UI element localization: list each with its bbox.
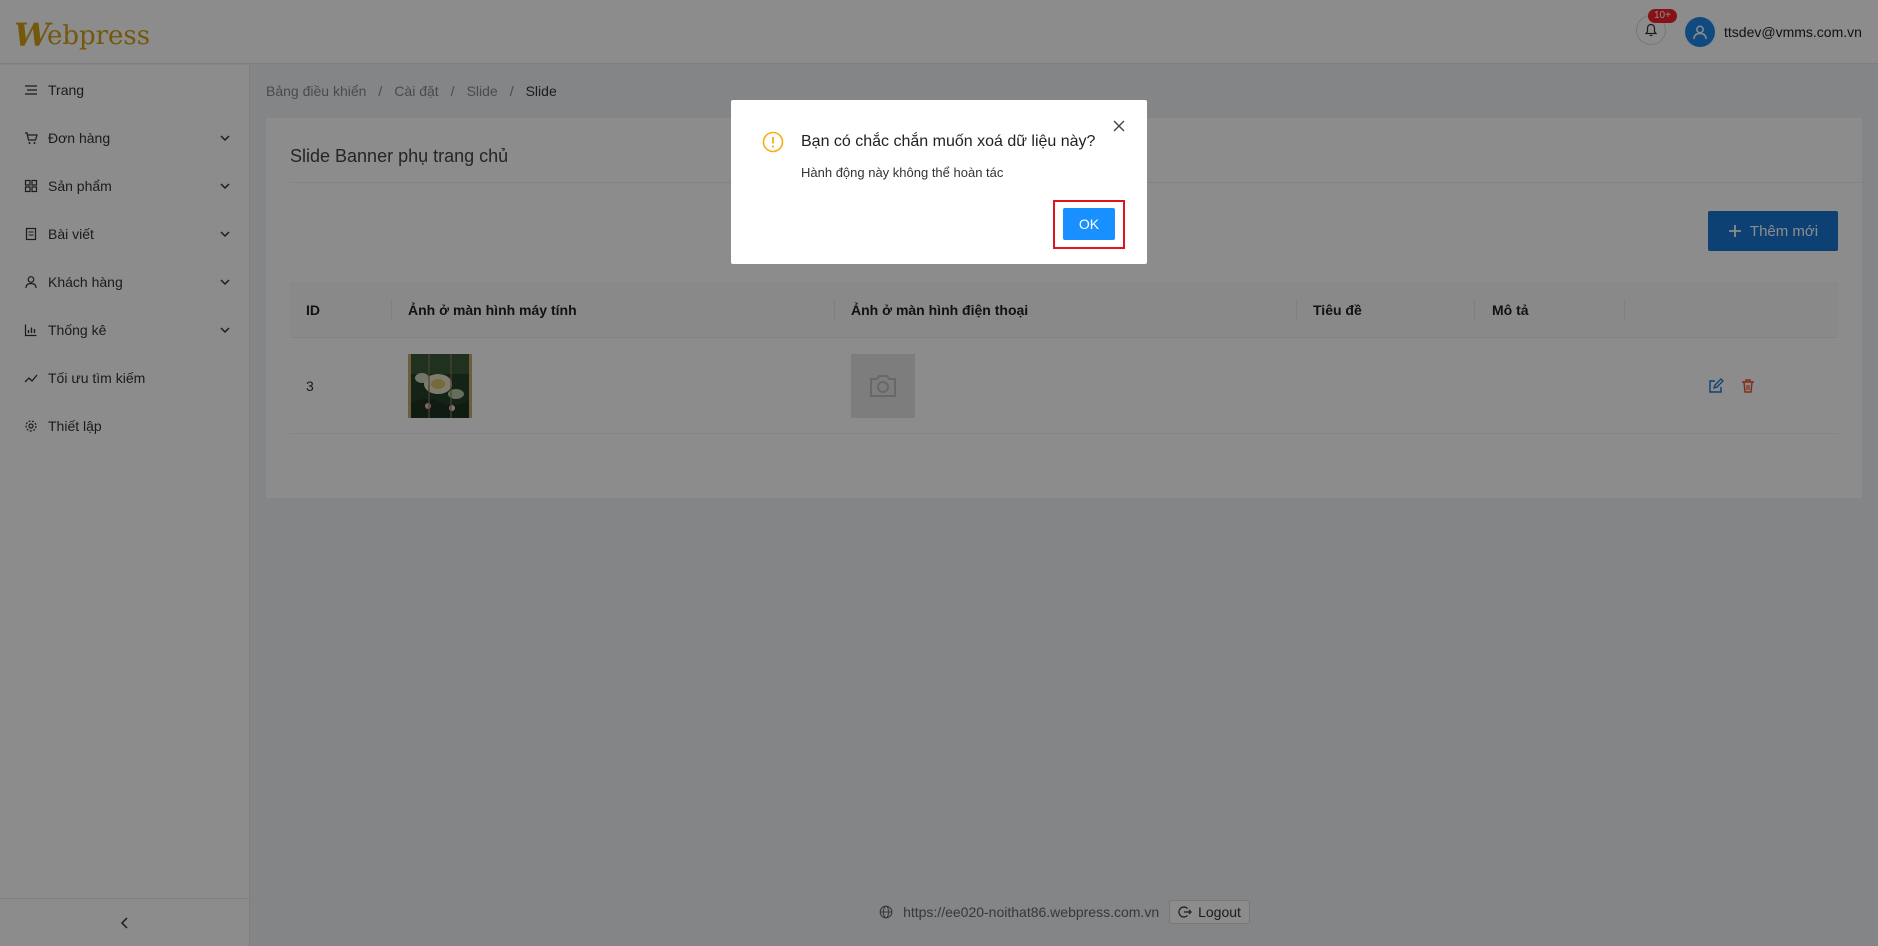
close-button[interactable] — [1111, 118, 1127, 134]
ok-button[interactable]: OK — [1063, 208, 1115, 240]
confirm-delete-dialog: Bạn có chắc chắn muốn xoá dữ liệu này? H… — [731, 100, 1147, 264]
dialog-title: Bạn có chắc chắn muốn xoá dữ liệu này? — [801, 133, 1096, 150]
close-icon — [1113, 120, 1125, 132]
warning-icon — [762, 131, 784, 153]
dialog-message: Hành động này không thể hoàn tác — [801, 165, 1004, 180]
